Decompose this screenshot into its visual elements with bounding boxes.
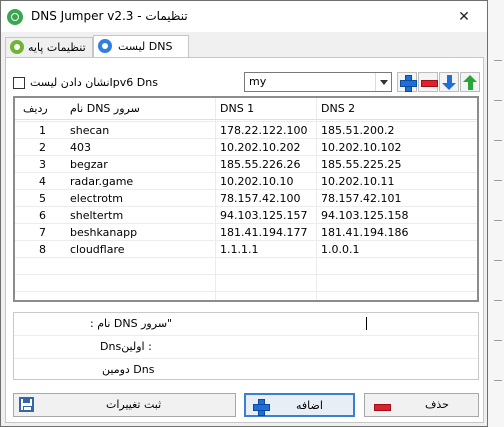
column-header-dns1[interactable]: DNS 1 (220, 102, 254, 115)
table-row[interactable]: 4 radar.game 10.202.10.10 10.202.10.11 (15, 173, 477, 190)
row-server-name: begzar (70, 158, 108, 171)
save-changes-button[interactable]: ثبت تغییرات (13, 393, 236, 417)
title-bar: DNS Jumper v2.3 - تنظیمات ✕ (1, 1, 487, 32)
secondary-dns-label: دومین Dns (102, 363, 155, 376)
delete-dns-button[interactable]: حذف (364, 393, 479, 417)
row-dns1: 94.103.125.157 (220, 209, 308, 222)
table-row[interactable]: 6 sheltertm 94.103.125.157 94.103.125.158 (15, 207, 477, 224)
table-row[interactable]: 8 cloudflare 1.1.1.1 1.0.0.1 (15, 241, 477, 258)
table-row[interactable]: 3 begzar 185.55.226.26 185.55.225.25 (15, 156, 477, 173)
row-server-name: cloudflare (70, 243, 125, 256)
dns-details-form: : نام DNS سرور" Dnsاولین : دومین Dns (13, 312, 479, 380)
gear-icon (10, 40, 24, 54)
column-header-server-name[interactable]: نام DNS سرور (70, 102, 140, 115)
row-index: 4 (39, 175, 46, 188)
row-dns2: 10.202.10.102 (321, 141, 402, 154)
row-server-name: electrotm (70, 192, 123, 205)
close-button[interactable]: ✕ (449, 7, 479, 27)
dns-list-select[interactable]: my (244, 72, 392, 92)
row-dns2: 94.103.125.158 (321, 209, 409, 222)
table-row[interactable]: 2 403 10.202.10.202 10.202.10.102 (15, 139, 477, 156)
dns-list-selected-value: my (249, 75, 267, 88)
server-name-field[interactable]: : نام DNS سرور" (14, 313, 478, 335)
add-dns-button[interactable]: اضافه (244, 393, 355, 417)
settings-window: DNS Jumper v2.3 - تنظیمات ✕ تنظیمات پایه… (0, 0, 488, 427)
row-index: 1 (39, 124, 46, 137)
row-dns2: 185.55.225.25 (321, 158, 402, 171)
row-index: 2 (39, 141, 46, 154)
save-disk-icon (19, 397, 34, 412)
gear-icon (98, 39, 112, 53)
primary-dns-label: Dnsاولین : (100, 340, 152, 353)
column-header-index[interactable]: ردیف (23, 102, 48, 115)
table-row[interactable]: 5 electrotm 78.157.42.100 78.157.42.101 (15, 190, 477, 207)
ipv6-checkbox[interactable] (13, 77, 25, 89)
tab-base-settings[interactable]: تنظیمات پایه (5, 37, 93, 57)
add-list-button[interactable] (397, 72, 417, 92)
dns-server-table: ردیف نام DNS سرور DNS 1 DNS 2 1 shecan 178… (13, 96, 479, 302)
row-index: 5 (39, 192, 46, 205)
table-row[interactable]: 7 beshkanapp 181.41.194.177 181.41.194.186 (15, 224, 477, 241)
row-index: 6 (39, 209, 46, 222)
ipv6-checkbox-label: نشان دادن لیستIpv6 Dns (30, 76, 158, 89)
row-server-name: shecan (70, 124, 110, 137)
delete-button-label: حذف (425, 398, 449, 411)
remove-list-button[interactable] (418, 72, 438, 92)
move-up-button[interactable] (460, 72, 480, 92)
save-button-label: ثبت تغییرات (106, 398, 162, 411)
row-dns2: 181.41.194.186 (321, 226, 409, 239)
secondary-dns-field[interactable]: دومین Dns (14, 359, 478, 381)
chevron-down-icon[interactable] (375, 73, 391, 91)
row-dns2: 10.202.10.11 (321, 175, 395, 188)
tab-dns-list[interactable]: لیست DNS (93, 35, 189, 57)
row-dns1: 178.22.122.100 (220, 124, 308, 137)
table-row[interactable]: 1 shecan 178.22.122.100 185.51.200.2 (15, 122, 477, 139)
row-dns1: 1.1.1.1 (220, 243, 259, 256)
dns-jumper-app-icon (7, 9, 23, 25)
row-dns1: 10.202.10.202 (220, 141, 301, 154)
table-header: ردیف نام DNS سرور DNS 1 DNS 2 (15, 98, 477, 120)
row-dns1: 78.157.42.100 (220, 192, 301, 205)
add-button-label: اضافه (296, 399, 323, 412)
row-dns2: 78.157.42.101 (321, 192, 402, 205)
minus-icon (372, 397, 391, 416)
primary-dns-field[interactable]: Dnsاولین : (14, 336, 478, 358)
row-dns1: 10.202.10.10 (220, 175, 294, 188)
row-dns2: 185.51.200.2 (321, 124, 395, 137)
row-dns1: 185.55.226.26 (220, 158, 301, 171)
row-server-name: sheltertm (70, 209, 124, 222)
row-server-name: radar.game (70, 175, 134, 188)
row-index: 3 (39, 158, 46, 171)
plus-icon (251, 397, 270, 416)
column-header-dns2[interactable]: DNS 2 (321, 102, 355, 115)
row-index: 8 (39, 243, 46, 256)
row-server-name: 403 (70, 141, 91, 154)
row-dns2: 1.0.0.1 (321, 243, 360, 256)
row-dns1: 181.41.194.177 (220, 226, 308, 239)
move-down-button[interactable] (439, 72, 459, 92)
dns-list-panel: نشان دادن لیستIpv6 Dns my ردیف نام DNS س… (5, 57, 484, 423)
background-window-edge (487, 0, 504, 427)
window-title: DNS Jumper v2.3 - تنظیمات (31, 9, 188, 23)
row-server-name: beshkanapp (70, 226, 138, 239)
text-cursor (366, 317, 367, 330)
server-name-label: : نام DNS سرور" (90, 317, 173, 330)
row-index: 7 (39, 226, 46, 239)
